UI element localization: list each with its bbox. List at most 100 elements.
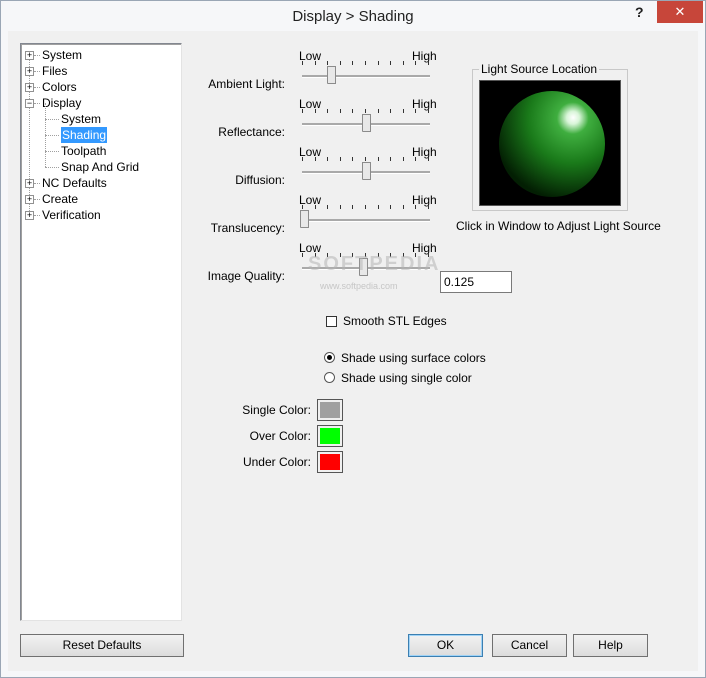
slider-tick	[365, 109, 366, 113]
tree-item-label: Snap And Grid	[61, 160, 140, 174]
tree-connector-line	[34, 215, 40, 216]
shade-single-label: Shade using single color	[341, 371, 472, 385]
radio-selected-dot	[327, 355, 332, 360]
cancel-button[interactable]: Cancel	[492, 634, 567, 657]
tree-connector-line	[34, 199, 40, 200]
tree-item-label: Colors	[42, 80, 77, 94]
slider-thumb[interactable]	[362, 114, 371, 132]
expand-icon[interactable]: +	[25, 51, 34, 60]
shade-single-radio[interactable]	[324, 372, 335, 383]
tree-item-create[interactable]: + Create	[21, 191, 179, 207]
watermark-url: www.softpedia.com	[320, 281, 398, 291]
slider-tick	[315, 205, 316, 209]
dialog-window: Display > Shading ? ✕ + System + Files + Colo…	[0, 0, 706, 678]
slider-track	[302, 219, 430, 222]
slider-tick	[327, 205, 328, 209]
category-tree[interactable]: + System + Files + Colors − Display System Shadin…	[20, 43, 182, 621]
slider-tick	[315, 109, 316, 113]
title-bar[interactable]: Display > Shading ? ✕	[1, 1, 705, 31]
tree-connector-line	[34, 87, 40, 88]
tree-item-label: Toolpath	[61, 144, 107, 158]
tree-item-system[interactable]: + System	[21, 47, 179, 63]
slider-tick	[352, 109, 353, 113]
slider-ticks	[302, 61, 430, 67]
color-label: Over Color:	[249, 429, 311, 443]
shade-surface-label: Shade using surface colors	[341, 351, 486, 365]
slider-ticks	[302, 205, 430, 211]
light-source-view[interactable]	[479, 80, 621, 206]
slider-tick	[327, 109, 328, 113]
slider-tick	[315, 157, 316, 161]
tree-item-colors[interactable]: + Colors	[21, 79, 179, 95]
slider[interactable]	[300, 109, 432, 133]
tree-connector-line	[34, 55, 40, 56]
expand-icon[interactable]: +	[25, 67, 34, 76]
expand-icon[interactable]: +	[25, 195, 34, 204]
slider-thumb[interactable]	[362, 162, 371, 180]
tree-connector-line	[45, 135, 59, 136]
slider-label: Translucency:	[210, 221, 285, 235]
slider-tick	[415, 109, 416, 113]
tree-connector-line	[45, 151, 46, 167]
help-button[interactable]: Help	[573, 634, 648, 657]
tree-item-snap-and-grid[interactable]: Snap And Grid	[21, 151, 179, 175]
ok-button[interactable]: OK	[408, 634, 483, 657]
color-swatch-fill	[320, 428, 340, 444]
slider-tick	[378, 109, 379, 113]
slider-label: Diffusion:	[235, 173, 285, 187]
color-swatch-button[interactable]	[317, 399, 343, 421]
slider-tick	[390, 157, 391, 161]
color-swatch-button[interactable]	[317, 451, 343, 473]
slider-tick	[378, 157, 379, 161]
slider-tick	[415, 205, 416, 209]
image-quality-input[interactable]	[440, 271, 512, 293]
slider-tick	[352, 61, 353, 65]
tree-item-files[interactable]: + Files	[21, 63, 179, 79]
expand-icon[interactable]: +	[25, 83, 34, 92]
help-icon[interactable]: ?	[635, 4, 644, 20]
slider-tick	[428, 157, 429, 161]
slider[interactable]	[300, 157, 432, 181]
tree-item-nc-defaults[interactable]: + NC Defaults	[21, 175, 179, 191]
slider-tick	[340, 157, 341, 161]
slider-tick	[340, 109, 341, 113]
expand-icon[interactable]: +	[25, 179, 34, 188]
smooth-stl-label: Smooth STL Edges	[343, 314, 447, 328]
slider[interactable]	[300, 61, 432, 85]
tree-connector-line	[45, 119, 59, 120]
smooth-stl-checkbox[interactable]	[326, 316, 337, 327]
tree-item-label: System	[61, 112, 102, 126]
slider-tick	[302, 253, 303, 257]
slider-tick	[428, 109, 429, 113]
slider-tick	[415, 61, 416, 65]
shade-surface-radio[interactable]	[324, 352, 335, 363]
slider-tick	[390, 61, 391, 65]
slider-tick	[365, 61, 366, 65]
slider-tick	[315, 61, 316, 65]
slider-thumb[interactable]	[327, 66, 336, 84]
expand-icon[interactable]: +	[25, 211, 34, 220]
slider-tick	[378, 61, 379, 65]
reset-defaults-button[interactable]: Reset Defaults	[20, 634, 184, 657]
tree-connector-line	[34, 71, 40, 72]
window-title: Display > Shading	[292, 8, 414, 25]
slider-tick	[403, 205, 404, 209]
tree-item-verification[interactable]: + Verification	[21, 207, 179, 223]
slider-tick	[302, 157, 303, 161]
tree-item-label: Verification	[42, 208, 101, 222]
color-swatch-button[interactable]	[317, 425, 343, 447]
slider-thumb[interactable]	[300, 210, 309, 228]
collapse-icon[interactable]: −	[25, 99, 34, 108]
tree-connector-line	[34, 183, 40, 184]
color-label: Under Color:	[242, 455, 311, 469]
tree-connector-line	[45, 151, 59, 152]
slider-tick	[365, 157, 366, 161]
light-source-group-title: Light Source Location	[479, 62, 600, 76]
slider-tick	[403, 109, 404, 113]
slider-tick	[403, 157, 404, 161]
slider[interactable]	[300, 205, 432, 229]
tree-item-label: Create	[42, 192, 79, 206]
close-button[interactable]: ✕	[657, 1, 703, 23]
slider-tick	[428, 61, 429, 65]
slider-tick	[428, 205, 429, 209]
